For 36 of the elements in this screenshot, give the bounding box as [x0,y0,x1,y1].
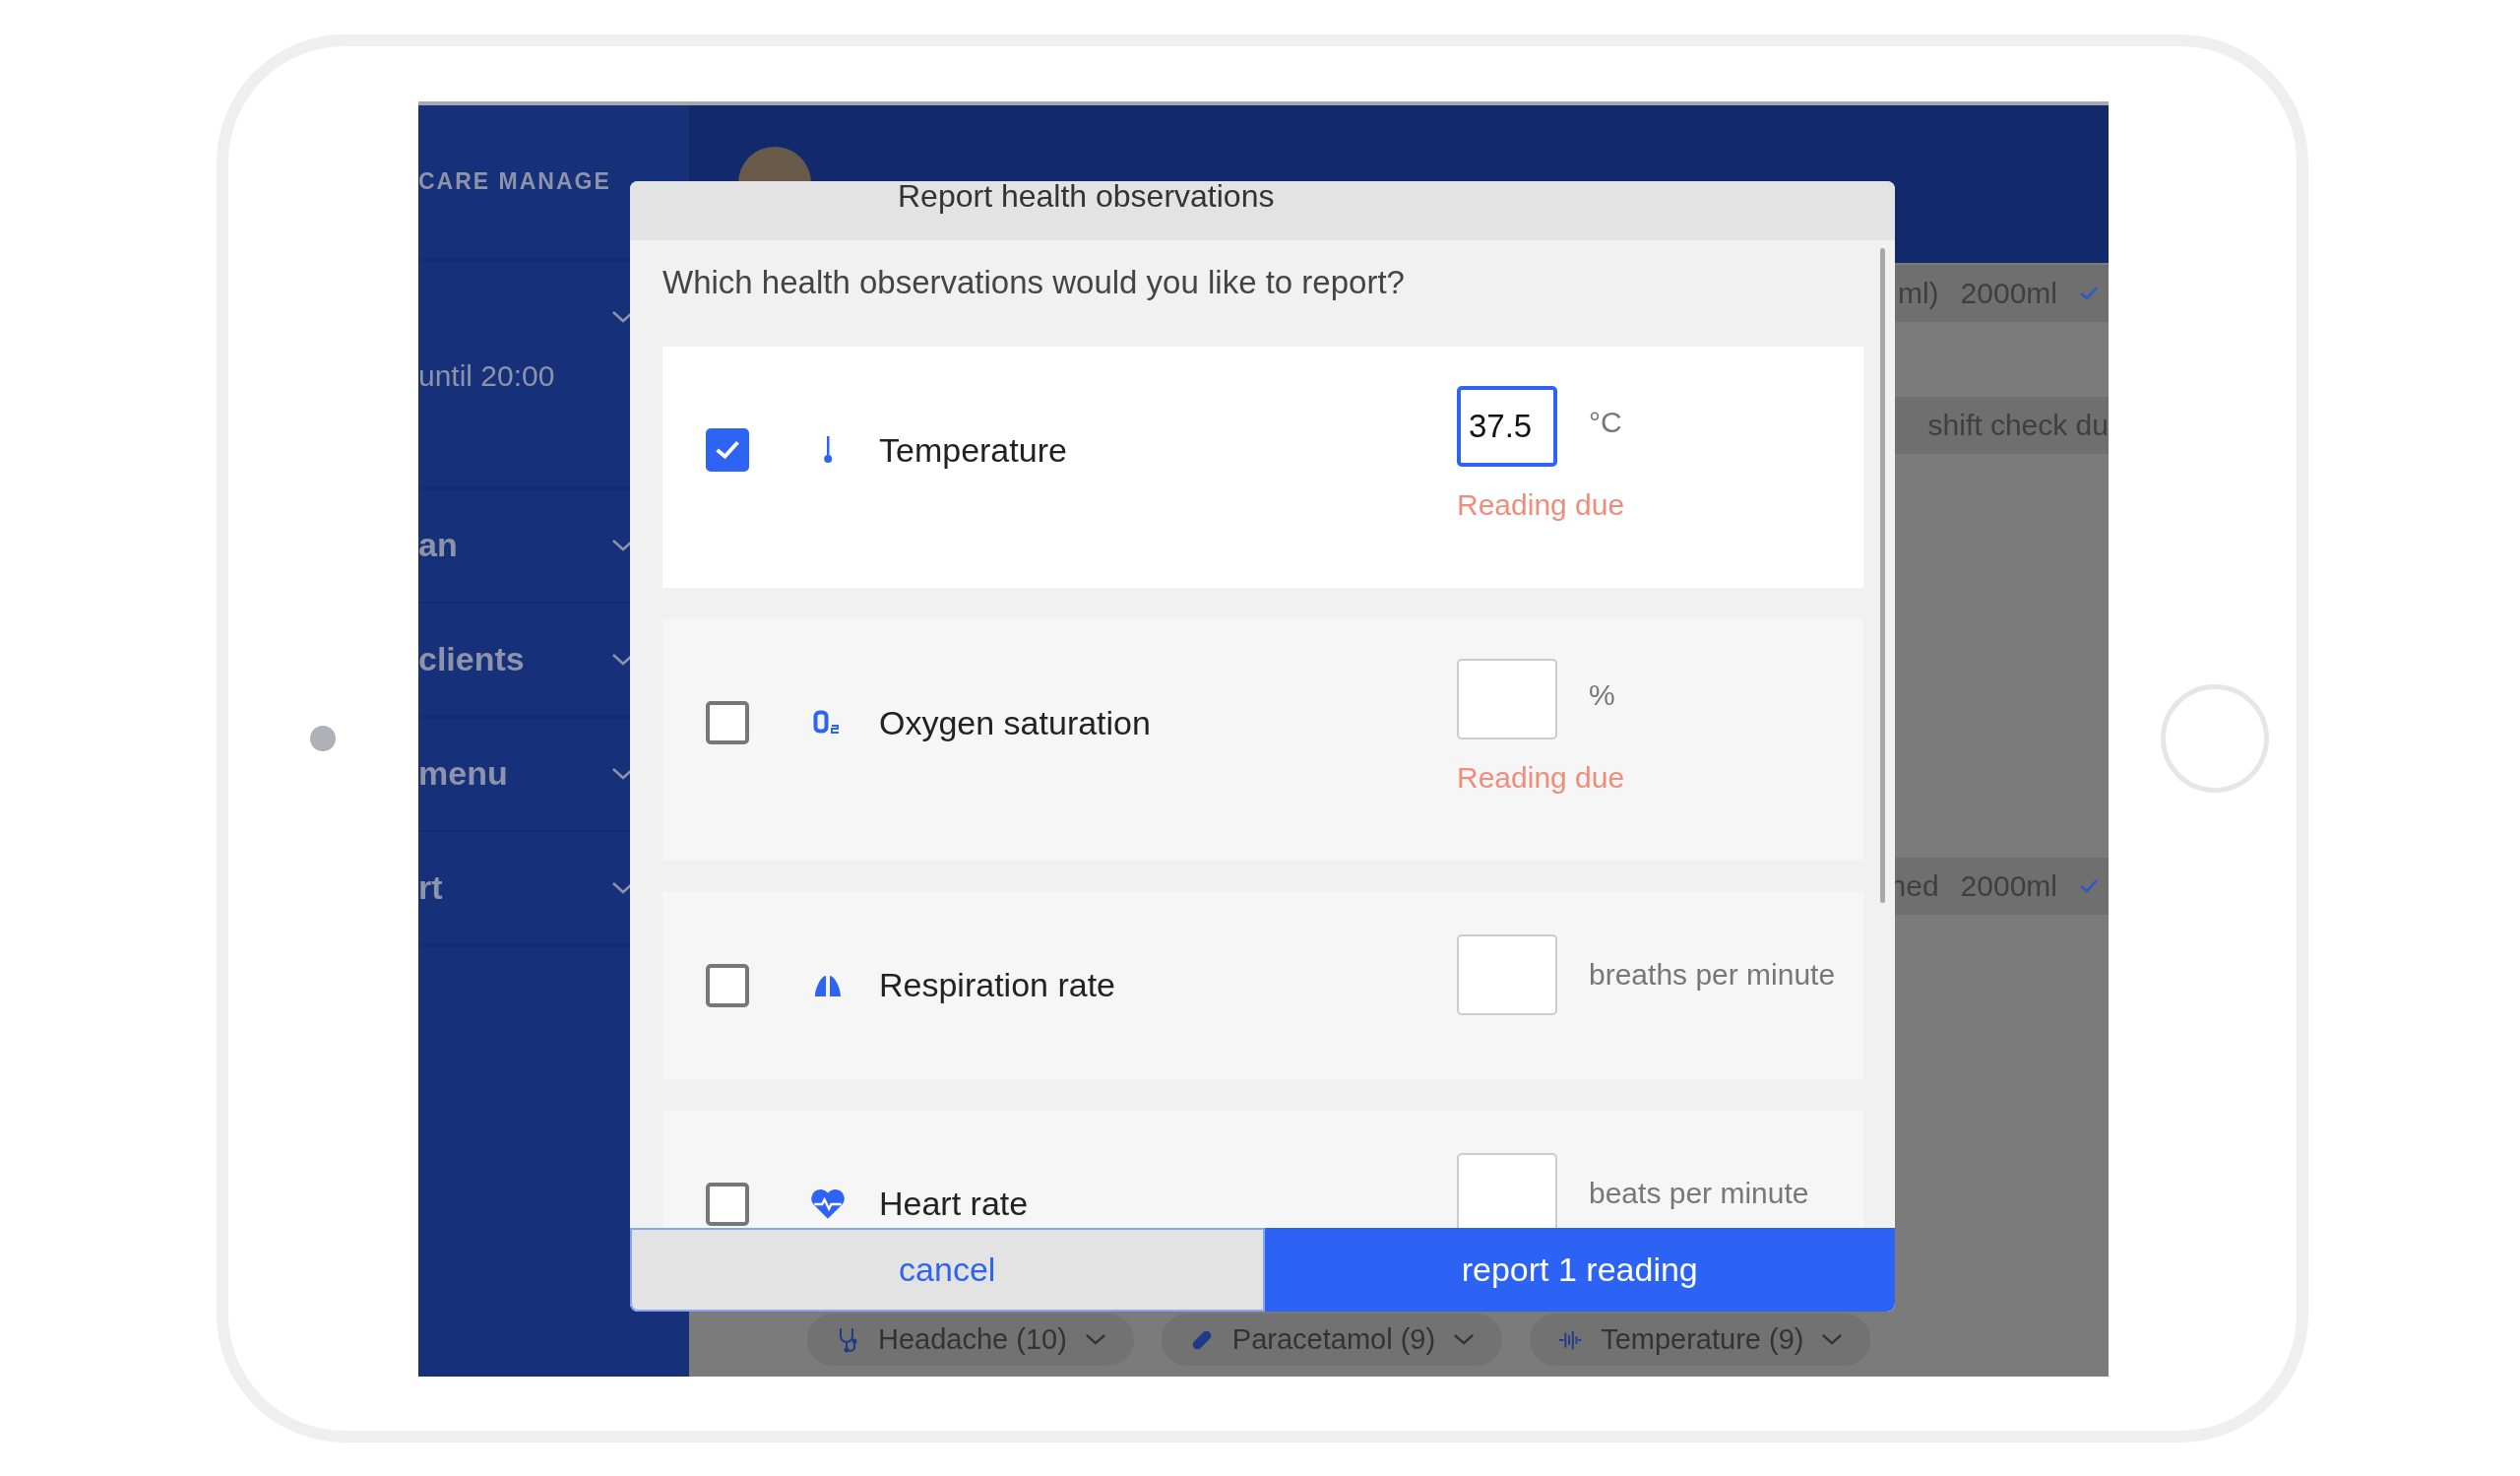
reading-due-text: Reading due [1457,487,1625,522]
home-button[interactable] [2161,684,2269,793]
observation-name: Oxygen saturation [879,703,1151,742]
reading-input[interactable] [1457,658,1557,739]
report-button[interactable]: report 1 reading [1264,1227,1895,1312]
checkbox[interactable] [706,963,749,1007]
check-icon [2079,285,2099,301]
observation-name: Respiration rate [879,966,1115,1004]
unit-label: % [1589,677,1615,712]
heart-icon [809,1187,847,1220]
observation-name: Temperature [879,430,1067,470]
shift-time: until 20:00 [418,358,555,393]
checkbox[interactable] [706,1182,749,1226]
checkbox[interactable] [706,701,749,744]
chevron-icon [1821,1333,1844,1346]
unit-label: beats per minute [1589,1176,1809,1210]
scrollbar[interactable] [1880,247,1885,903]
reading-due-text: Reading due [1457,760,1625,795]
filter-chip[interactable]: Temperature (9) [1530,1314,1871,1366]
camera-dot [310,726,336,751]
cancel-button[interactable]: cancel [630,1227,1265,1312]
chevron-icon [1084,1333,1106,1346]
filter-chip[interactable]: Paracetamol (9) [1161,1314,1503,1366]
brand-title: CARE MANAGE [418,168,611,195]
check-icon [715,439,740,461]
reading-input[interactable] [1457,1152,1557,1228]
chevron-icon [1453,1333,1476,1346]
reading-input[interactable]: 37.5 [1457,385,1557,467]
unit-label: breaths per minute [1589,957,1836,992]
observation-name: Heart rate [879,1185,1029,1223]
thermometer-icon [823,435,833,465]
check-icon [2079,877,2099,894]
reading-input[interactable] [1457,933,1557,1015]
checkbox[interactable] [706,428,749,472]
unit-label: °C [1589,405,1622,439]
filter-chip[interactable]: Headache (10) [807,1314,1134,1366]
